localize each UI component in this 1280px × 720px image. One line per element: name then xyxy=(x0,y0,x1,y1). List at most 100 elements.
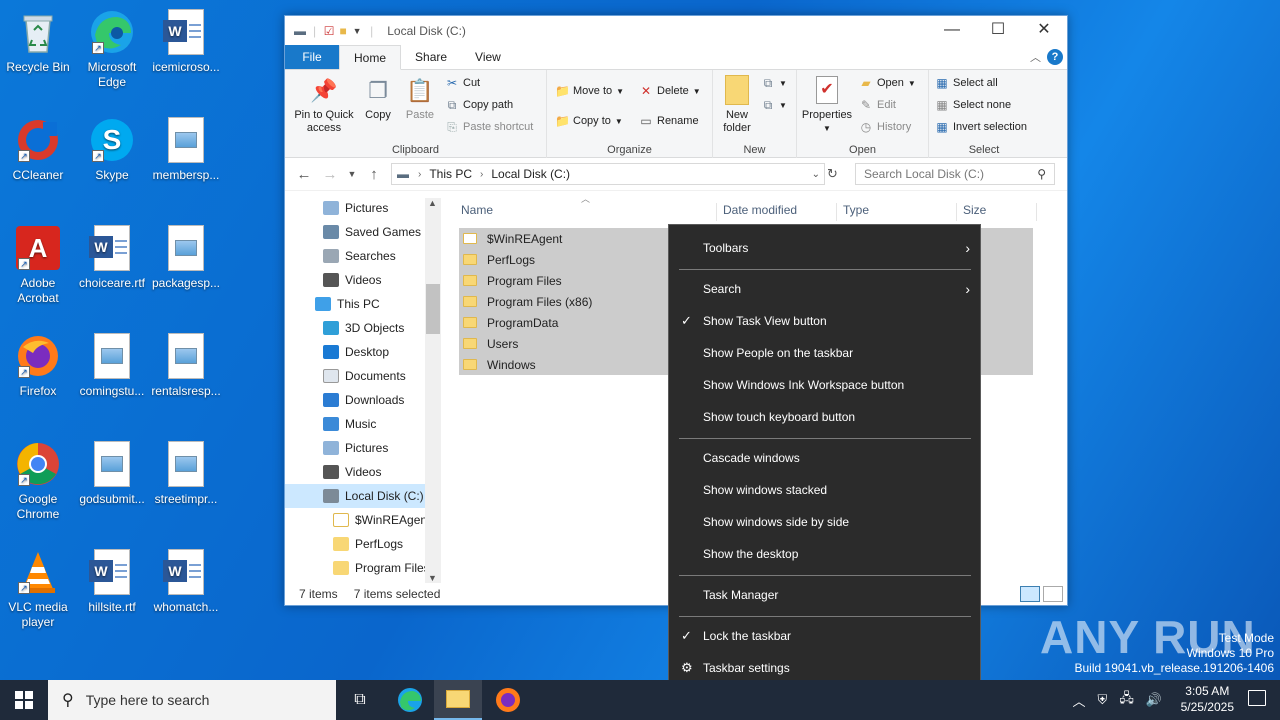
scrollbar-thumb[interactable] xyxy=(426,284,440,334)
nav-item-3d-objects[interactable]: 3D Objects xyxy=(285,316,439,340)
copy-button[interactable]: ❐ Copy xyxy=(361,74,395,122)
delete-button[interactable]: ✕ Delete ▼ xyxy=(639,84,701,98)
nav-item-videos-pc[interactable]: Videos xyxy=(285,460,439,484)
menu-item-show-task-view[interactable]: ✓ Show Task View button xyxy=(669,306,980,336)
desktop-icon-microsoft-edge[interactable]: ↗ Microsoft Edge xyxy=(74,8,150,90)
nav-item-pictures-pc[interactable]: Pictures xyxy=(285,436,439,460)
nav-item-saved-games[interactable]: Saved Games xyxy=(285,220,439,244)
refresh-icon[interactable]: ↻ xyxy=(827,166,838,182)
desktop-icon-vlc[interactable]: ↗ VLC media player xyxy=(0,548,76,630)
up-arrow-icon[interactable]: ↑ xyxy=(361,166,387,183)
start-button[interactable] xyxy=(0,680,48,720)
search-box[interactable]: Search Local Disk (C:) ⚲ xyxy=(855,163,1055,185)
help-icon[interactable]: ? xyxy=(1047,49,1063,65)
nav-item-documents[interactable]: Documents xyxy=(285,364,439,388)
scroll-up-icon[interactable]: ▲ xyxy=(428,198,437,208)
menu-item-show-desktop[interactable]: Show the desktop xyxy=(669,539,980,569)
desktop-icon-comingstu[interactable]: comingstu... xyxy=(74,332,150,399)
desktop-icon-skype[interactable]: S ↗ Skype xyxy=(74,116,150,183)
menu-item-windows-stacked[interactable]: Show windows stacked xyxy=(669,475,980,505)
forward-arrow-icon[interactable]: → xyxy=(317,166,343,183)
breadcrumb-local-disk[interactable]: Local Disk (C:) xyxy=(491,167,570,181)
volume-icon[interactable]: 🔊 xyxy=(1146,692,1162,708)
recent-locations-icon[interactable]: ▼ xyxy=(343,169,361,179)
breadcrumb-this-pc[interactable]: This PC xyxy=(429,167,472,181)
navigation-pane-scrollbar[interactable]: ▲ ▼ xyxy=(425,198,441,583)
network-icon[interactable]: 🖧 xyxy=(1119,689,1134,711)
desktop-icon-godsubmit[interactable]: godsubmit... xyxy=(74,440,150,507)
properties-quick-icon[interactable]: ☑ xyxy=(322,24,336,38)
copy-path-button[interactable]: ⧉ Copy path xyxy=(445,98,513,112)
desktop-icon-membersp[interactable]: membersp... xyxy=(148,116,224,183)
select-all-button[interactable]: ▦ Select all xyxy=(935,76,997,90)
paste-button[interactable]: 📋 Paste xyxy=(401,74,439,122)
pin-quick-access-button[interactable]: 📌 Pin to Quick access xyxy=(289,74,359,135)
column-type[interactable]: Type xyxy=(837,203,957,221)
task-view-button[interactable]: ⧉ xyxy=(336,680,384,720)
menu-item-taskbar-settings[interactable]: ⚙ Taskbar settings xyxy=(669,653,980,680)
easy-access-button[interactable]: ⧉ ▼ xyxy=(761,98,787,112)
copy-to-button[interactable]: 📁 Copy to ▼ xyxy=(555,114,623,128)
invert-selection-button[interactable]: ▦ Invert selection xyxy=(935,120,1027,134)
properties-button[interactable]: ✔ Properties ▼ xyxy=(799,74,855,135)
tab-home[interactable]: Home xyxy=(339,45,402,70)
address-dropdown-icon[interactable]: ⌄ xyxy=(812,169,820,180)
desktop-icon-firefox[interactable]: ↗ Firefox xyxy=(0,332,76,399)
edit-button[interactable]: ✎ Edit xyxy=(859,98,896,112)
menu-item-search[interactable]: Search › xyxy=(669,274,980,304)
cut-button[interactable]: ✂ Cut xyxy=(445,76,480,90)
desktop-icon-packagesp[interactable]: packagesp... xyxy=(148,224,224,291)
desktop-icon-ccleaner[interactable]: ↗ CCleaner xyxy=(0,116,76,183)
close-button[interactable]: ✕ xyxy=(1021,16,1067,46)
large-icons-view-icon[interactable] xyxy=(1043,586,1063,602)
address-bar[interactable]: ▬ › This PC › Local Disk (C:) ⌄ xyxy=(391,163,825,185)
taskbar-edge-button[interactable] xyxy=(386,680,434,720)
taskbar-search-input[interactable]: Type here to search xyxy=(86,692,210,708)
search-input[interactable]: Search Local Disk (C:) xyxy=(864,167,984,181)
desktop-icon-rentalsresp[interactable]: rentalsresp... xyxy=(148,332,224,399)
menu-item-show-people[interactable]: Show People on the taskbar xyxy=(669,338,980,368)
taskbar-firefox-button[interactable] xyxy=(484,680,532,720)
desktop-icon-hillsite[interactable]: W hillsite.rtf xyxy=(74,548,150,615)
nav-item-local-disk[interactable]: Local Disk (C:) xyxy=(285,484,439,508)
show-hidden-icons-icon[interactable]: ︿ xyxy=(1073,691,1086,710)
column-size[interactable]: Size xyxy=(957,203,1037,221)
menu-item-lock-taskbar[interactable]: ✓ Lock the taskbar xyxy=(669,621,980,651)
open-button[interactable]: ▰ Open ▼ xyxy=(859,76,915,90)
minimize-button[interactable]: — xyxy=(929,16,975,46)
tab-view[interactable]: View xyxy=(461,45,515,69)
nav-item-winreagent[interactable]: $WinREAgent xyxy=(285,508,439,532)
taskbar-file-explorer-button[interactable] xyxy=(434,680,482,720)
desktop-icon-adobe-acrobat[interactable]: A ↗ Adobe Acrobat xyxy=(0,224,76,306)
nav-item-program-files[interactable]: Program Files xyxy=(285,556,439,580)
tab-file[interactable]: File xyxy=(285,45,339,69)
maximize-button[interactable]: ☐ xyxy=(975,16,1021,46)
new-folder-quick-icon[interactable]: ■ xyxy=(336,24,350,38)
new-item-button[interactable]: ⧉ ▼ xyxy=(761,76,787,90)
move-to-button[interactable]: 📁 Move to ▼ xyxy=(555,84,624,98)
customize-quick-access-icon[interactable]: ▼ xyxy=(350,24,364,38)
details-view-icon[interactable] xyxy=(1020,586,1040,602)
nav-item-pictures[interactable]: Pictures xyxy=(285,196,439,220)
column-name[interactable]: Name xyxy=(455,203,717,221)
menu-item-show-touch-keyboard[interactable]: Show touch keyboard button xyxy=(669,402,980,432)
desktop-icon-recycle-bin[interactable]: Recycle Bin xyxy=(0,8,76,75)
select-none-button[interactable]: ▦ Select none xyxy=(935,98,1011,112)
menu-item-side-by-side[interactable]: Show windows side by side xyxy=(669,507,980,537)
menu-item-show-ink-workspace[interactable]: Show Windows Ink Workspace button xyxy=(669,370,980,400)
scroll-down-icon[interactable]: ▼ xyxy=(428,573,437,583)
nav-item-videos[interactable]: Videos xyxy=(285,268,439,292)
rename-button[interactable]: ▭ Rename xyxy=(639,114,698,128)
desktop-icon-icemicroso[interactable]: W icemicroso... xyxy=(148,8,224,75)
nav-item-music[interactable]: Music xyxy=(285,412,439,436)
menu-item-task-manager[interactable]: Task Manager xyxy=(669,580,980,610)
column-date-modified[interactable]: Date modified xyxy=(717,203,837,221)
nav-item-searches[interactable]: Searches xyxy=(285,244,439,268)
collapse-ribbon-icon[interactable]: ︿ xyxy=(1030,49,1041,65)
security-icon[interactable]: ⛨ xyxy=(1098,692,1108,708)
nav-item-downloads[interactable]: Downloads xyxy=(285,388,439,412)
nav-item-this-pc[interactable]: This PC xyxy=(285,292,439,316)
nav-item-desktop[interactable]: Desktop xyxy=(285,340,439,364)
desktop-icon-whomatch[interactable]: W whomatch... xyxy=(148,548,224,615)
desktop-icon-google-chrome[interactable]: ↗ Google Chrome xyxy=(0,440,76,522)
